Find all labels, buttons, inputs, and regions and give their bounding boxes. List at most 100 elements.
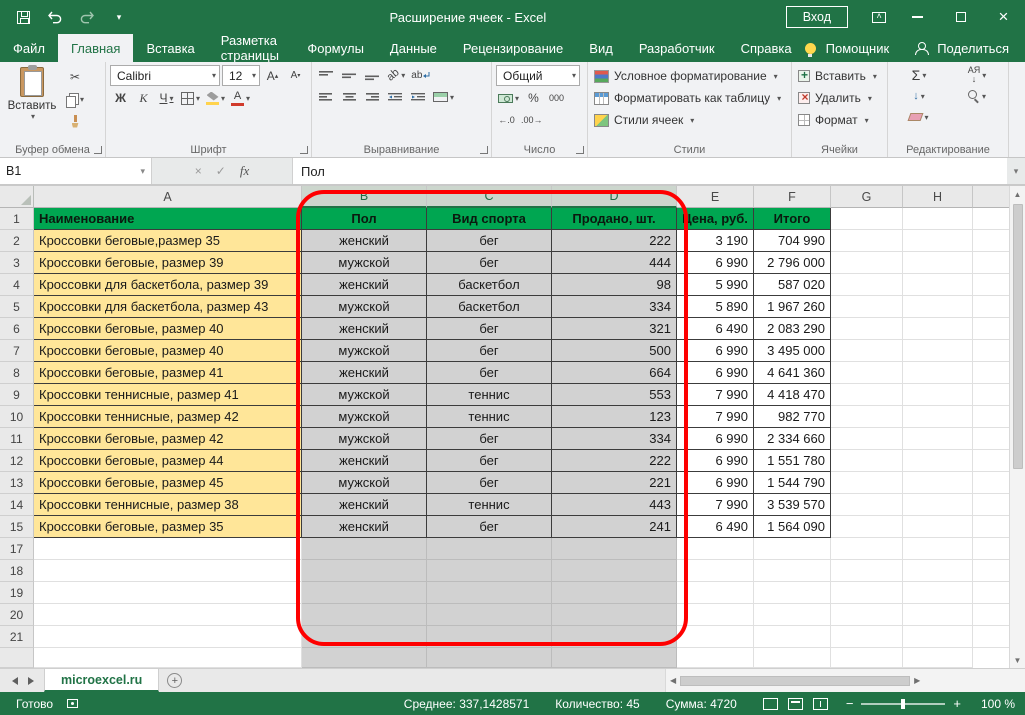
bold-button[interactable]: Ж: [110, 88, 131, 108]
save-button[interactable]: [14, 8, 32, 26]
align-top-button[interactable]: [316, 65, 337, 85]
cell-F3[interactable]: 2 796 000: [754, 252, 831, 274]
cell-D2[interactable]: 222: [552, 230, 677, 252]
cell-A6[interactable]: Кроссовки беговые, размер 40: [34, 318, 302, 340]
conditional-formatting-button[interactable]: Условное форматирование▾: [592, 65, 787, 87]
cell-G19[interactable]: [831, 582, 903, 604]
underline-button[interactable]: Ч▾: [156, 88, 177, 108]
cell-E11[interactable]: 6 990: [677, 428, 754, 450]
decrease-decimal-button[interactable]: .00→: [519, 110, 545, 130]
cell-B8[interactable]: женский: [302, 362, 427, 384]
row-header-1[interactable]: 1: [0, 208, 34, 230]
cell-D13[interactable]: 221: [552, 472, 677, 494]
cell-D8[interactable]: 664: [552, 362, 677, 384]
cell-A5[interactable]: Кроссовки для баскетбола, размер 43: [34, 296, 302, 318]
row-header-15[interactable]: 15: [0, 516, 34, 538]
cell-F7[interactable]: 3 495 000: [754, 340, 831, 362]
cell-H19[interactable]: [903, 582, 973, 604]
macro-record-icon[interactable]: [67, 699, 78, 708]
ribbon-tab-help[interactable]: Справка: [728, 34, 805, 62]
cell-C12[interactable]: бег: [427, 450, 552, 472]
cell-F15[interactable]: 1 564 090: [754, 516, 831, 538]
cell-A19[interactable]: [34, 582, 302, 604]
ribbon-display-options-button[interactable]: [862, 0, 896, 34]
cell-A2[interactable]: Кроссовки беговые,размер 35: [34, 230, 302, 252]
row-header-20[interactable]: 20: [0, 604, 34, 626]
cell-C19[interactable]: [427, 582, 552, 604]
cell-G18[interactable]: [831, 560, 903, 582]
cell-E4[interactable]: 5 990: [677, 274, 754, 296]
cell-H6[interactable]: [903, 318, 973, 340]
cell-C4[interactable]: баскетбол: [427, 274, 552, 296]
cell-D5[interactable]: 334: [552, 296, 677, 318]
comma-style-button[interactable]: 000: [546, 88, 567, 108]
merge-center-button[interactable]: ▾: [431, 87, 456, 107]
cell-E3[interactable]: 6 990: [677, 252, 754, 274]
cell-F18[interactable]: [754, 560, 831, 582]
cell-E21[interactable]: [677, 626, 754, 648]
column-header-H[interactable]: H: [903, 186, 973, 208]
cell-G15[interactable]: [831, 516, 903, 538]
delete-cells-button[interactable]: Удалить▾: [796, 87, 883, 109]
cell-H7[interactable]: [903, 340, 973, 362]
cell-H12[interactable]: [903, 450, 973, 472]
cell-D1[interactable]: Продано, шт.: [552, 208, 677, 230]
cell-H11[interactable]: [903, 428, 973, 450]
cell-D10[interactable]: 123: [552, 406, 677, 428]
accounting-format-button[interactable]: ▾: [496, 88, 521, 108]
cell-H3[interactable]: [903, 252, 973, 274]
cell-E7[interactable]: 6 990: [677, 340, 754, 362]
cell-D9[interactable]: 553: [552, 384, 677, 406]
zoom-level[interactable]: 100 %: [971, 697, 1015, 711]
redo-button[interactable]: [78, 8, 96, 26]
cell-D21[interactable]: [552, 626, 677, 648]
row-header-9[interactable]: 9: [0, 384, 34, 406]
cell-H17[interactable]: [903, 538, 973, 560]
cell-G6[interactable]: [831, 318, 903, 340]
cell-H2[interactable]: [903, 230, 973, 252]
cell-G5[interactable]: [831, 296, 903, 318]
cell-G2[interactable]: [831, 230, 903, 252]
scroll-left-icon[interactable]: ◀: [670, 676, 676, 685]
cell-C2[interactable]: бег: [427, 230, 552, 252]
zoom-slider[interactable]: [861, 703, 945, 705]
cell-D12[interactable]: 222: [552, 450, 677, 472]
cell-A4[interactable]: Кроссовки для баскетбола, размер 39: [34, 274, 302, 296]
cell-F2[interactable]: 704 990: [754, 230, 831, 252]
number-dialog-launcher[interactable]: [576, 146, 584, 154]
select-all-button[interactable]: [0, 186, 34, 208]
cell-C21[interactable]: [427, 626, 552, 648]
cell-H21[interactable]: [903, 626, 973, 648]
cell-B5[interactable]: мужской: [302, 296, 427, 318]
cell-A1[interactable]: Наименование: [34, 208, 302, 230]
cell-B19[interactable]: [302, 582, 427, 604]
cell-F12[interactable]: 1 551 780: [754, 450, 831, 472]
cell-B7[interactable]: мужской: [302, 340, 427, 362]
format-as-table-button[interactable]: Форматировать как таблицу▾: [592, 87, 787, 109]
cell-C10[interactable]: теннис: [427, 406, 552, 428]
cell-D3[interactable]: 444: [552, 252, 677, 274]
helper-tab[interactable]: Помощник: [826, 41, 890, 56]
cell-G7[interactable]: [831, 340, 903, 362]
cell-A15[interactable]: Кроссовки беговые, размер 35: [34, 516, 302, 538]
sort-filter-button[interactable]: АЯ↓▾: [950, 65, 1004, 85]
cell-E5[interactable]: 5 890: [677, 296, 754, 318]
ribbon-tab-insert[interactable]: Вставка: [133, 34, 207, 62]
ribbon-tab-formulas[interactable]: Формулы: [294, 34, 377, 62]
new-sheet-button[interactable]: +: [167, 673, 182, 688]
cell-G17[interactable]: [831, 538, 903, 560]
row-header-17[interactable]: 17: [0, 538, 34, 560]
cell-B10[interactable]: мужской: [302, 406, 427, 428]
cell-H5[interactable]: [903, 296, 973, 318]
cell-A8[interactable]: Кроссовки беговые, размер 41: [34, 362, 302, 384]
scroll-down-icon[interactable]: ▼: [1010, 652, 1025, 668]
cell-C9[interactable]: теннис: [427, 384, 552, 406]
cell-B1[interactable]: Пол: [302, 208, 427, 230]
cell-A14[interactable]: Кроссовки теннисные, размер 38: [34, 494, 302, 516]
cell-E20[interactable]: [677, 604, 754, 626]
cell-D7[interactable]: 500: [552, 340, 677, 362]
close-button[interactable]: ×: [982, 0, 1025, 34]
cell-H8[interactable]: [903, 362, 973, 384]
cell-A17[interactable]: [34, 538, 302, 560]
cell-B4[interactable]: женский: [302, 274, 427, 296]
